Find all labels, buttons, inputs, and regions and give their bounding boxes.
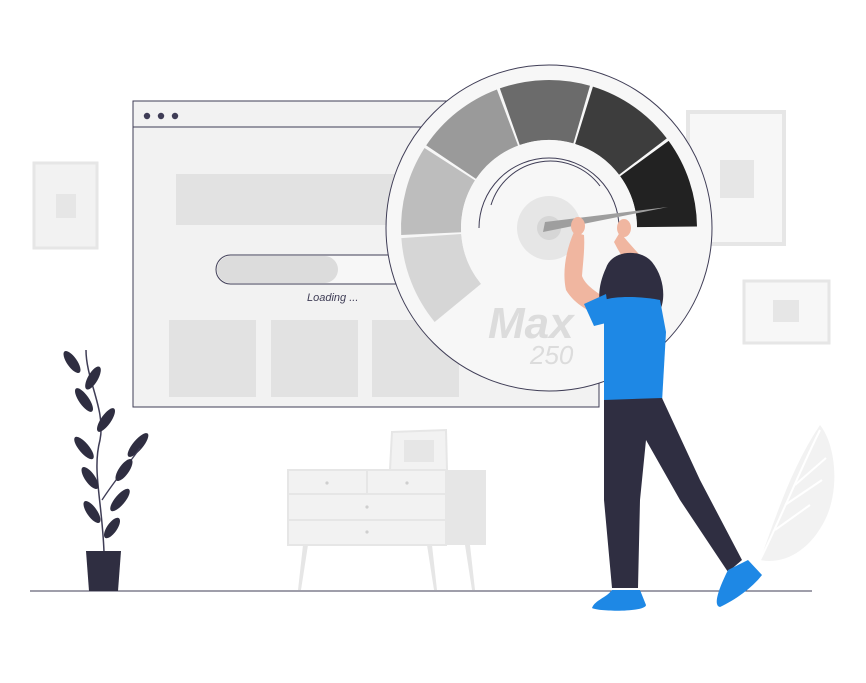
content-card — [169, 320, 256, 397]
wall-frame-left — [32, 161, 99, 250]
right-shoe — [716, 560, 762, 607]
content-card — [271, 320, 358, 397]
window-dot-icon — [171, 112, 179, 120]
leaf-plant-icon — [759, 425, 835, 561]
picture-frame-icon — [388, 428, 449, 471]
dresser — [287, 428, 486, 590]
window-dot-icon — [143, 112, 151, 120]
window-dot-icon — [157, 112, 165, 120]
loading-bar-fill — [217, 256, 338, 283]
shirt — [604, 297, 666, 405]
left-shoe — [592, 590, 646, 611]
gauge-max-value: 250 — [529, 340, 574, 370]
loading-label: Loading ... — [307, 292, 358, 304]
pants — [604, 398, 742, 588]
wall-frame-right-bottom — [742, 279, 831, 345]
speed-illustration: Loading ... Max 250 — [30, 64, 835, 611]
